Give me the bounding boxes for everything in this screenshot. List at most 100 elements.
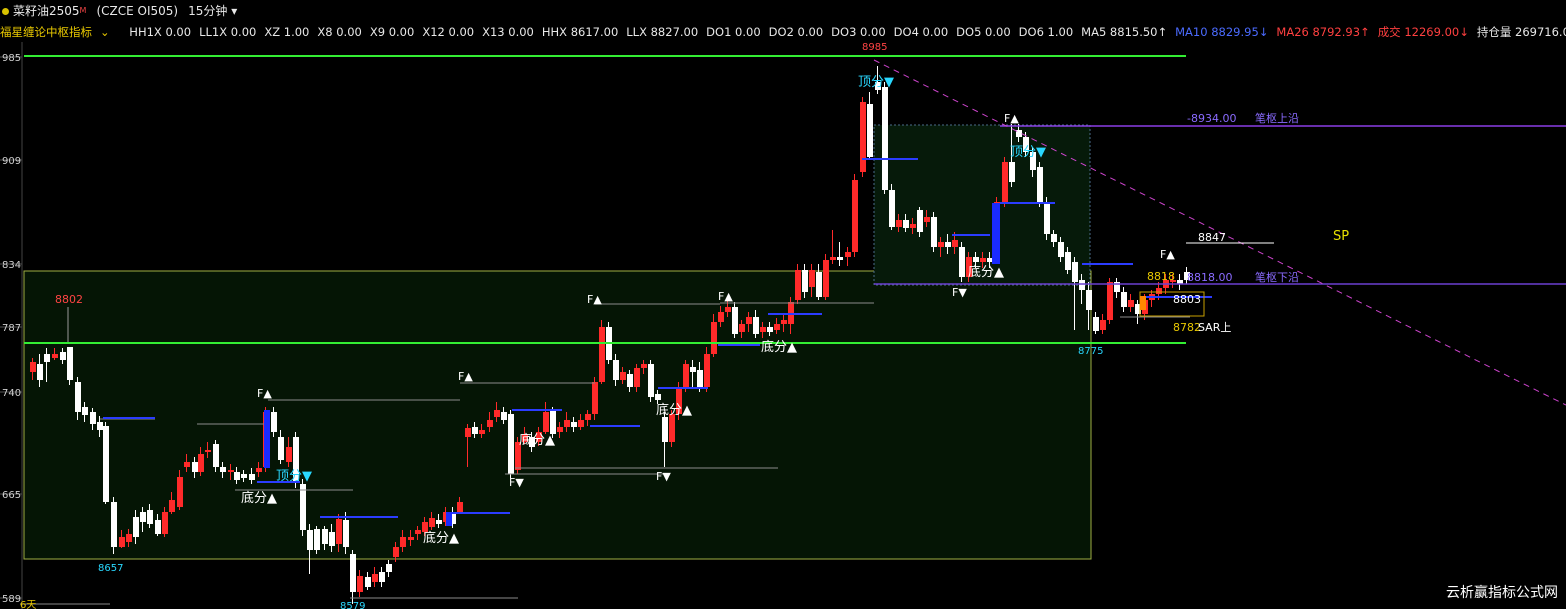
pivot-bar xyxy=(992,203,1000,264)
candle-body xyxy=(169,500,175,512)
symbol-name[interactable]: 菜籽油2505M xyxy=(13,4,86,18)
candle-body xyxy=(1072,262,1078,282)
period-selector[interactable]: 15分钟 ▾ xyxy=(188,4,237,18)
candle-body xyxy=(852,180,858,252)
candle-body xyxy=(781,320,787,324)
candle-body xyxy=(697,370,703,387)
candle-body xyxy=(627,374,633,387)
candle-body xyxy=(213,444,219,467)
indicator-value: X12 0.00 xyxy=(422,25,475,39)
y-axis-tick: 665 xyxy=(2,490,21,501)
contract-code: (CZCE OI505) xyxy=(96,4,179,18)
indicator-value: HHX 8617.00 xyxy=(541,25,619,39)
fractal-down-label: F▼ xyxy=(509,476,524,489)
candle-body xyxy=(1009,162,1015,182)
indicator-value: HH1X 0.00 xyxy=(129,25,192,39)
indicator-value: LLX 8827.00 xyxy=(626,25,699,39)
candle-body xyxy=(103,426,109,502)
indicator-value: X13 0.00 xyxy=(482,25,534,39)
candle-body xyxy=(620,372,626,380)
candle-body xyxy=(952,240,958,247)
candle-body xyxy=(599,327,605,382)
chevron-down-icon: ⌄ xyxy=(100,25,110,39)
candle-body xyxy=(931,217,937,247)
indicator-value: MA26 8792.93↑ xyxy=(1276,25,1370,39)
candle-body xyxy=(44,354,50,362)
candle-body xyxy=(372,574,378,582)
candle-body xyxy=(830,257,836,260)
candle-body xyxy=(1100,320,1106,330)
candle-body xyxy=(479,430,485,434)
candle-body xyxy=(945,242,951,247)
candle-body xyxy=(75,382,81,412)
candle-body xyxy=(67,347,73,380)
candle-body xyxy=(1086,290,1092,310)
low-price-label: 8657 xyxy=(98,563,123,574)
candle-body xyxy=(1079,280,1085,290)
indicator-selector[interactable]: 福星缠论中枢指标 ⌄ xyxy=(0,25,118,39)
candle-body xyxy=(837,257,843,260)
candle-body xyxy=(746,317,752,324)
indicator-value: X8 0.00 xyxy=(317,25,362,39)
candle-body xyxy=(234,472,240,480)
low-price-label: 8775 xyxy=(1078,346,1103,357)
y-axis-tick: 740 xyxy=(2,388,21,399)
candle-body xyxy=(690,367,696,372)
upper-edge-label: 笔枢上沿 xyxy=(1255,111,1299,125)
candle-body xyxy=(959,247,965,277)
candle-body xyxy=(140,512,146,522)
lower-edge-value: 8818.00 xyxy=(1187,271,1233,284)
candle-body xyxy=(271,412,277,432)
candle-body xyxy=(30,362,36,372)
candle-body xyxy=(795,270,801,300)
sar-label: SAR上 xyxy=(1198,321,1231,334)
pivot-zone-large xyxy=(23,270,1092,560)
candle-body xyxy=(725,307,731,312)
candle-body xyxy=(162,512,168,534)
candle-body xyxy=(1051,234,1057,242)
peak-label: 顶分▼ xyxy=(276,469,312,484)
candle-body xyxy=(1044,202,1050,234)
candle-body xyxy=(564,420,570,427)
candle-body xyxy=(52,354,58,358)
candle-body xyxy=(60,352,66,360)
candle-body xyxy=(487,420,493,427)
candle-body xyxy=(155,520,161,534)
candle-body xyxy=(286,447,292,462)
chevron-down-icon: ▾ xyxy=(231,4,238,18)
indicator-value: 持仓量 269716.00↓ xyxy=(1476,25,1566,39)
candle-body xyxy=(1121,292,1127,307)
candle-body xyxy=(753,317,759,334)
candle-body xyxy=(198,454,204,472)
y-axis-tick: 985 xyxy=(2,53,21,64)
candlestick-chart[interactable]: 985 909 834 787 740 665 589 8985 顶分▼ 顶分▼ 顶分▼ 底分▲ 底分▲… xyxy=(0,42,1566,609)
high-label: 8985 xyxy=(862,42,887,53)
fractal-up-label: F▲ xyxy=(1160,248,1175,261)
candle-body xyxy=(329,532,335,546)
candle-body xyxy=(557,427,563,432)
bottom-label: 底分▲ xyxy=(241,490,277,506)
candle-body xyxy=(429,518,435,527)
candle-body xyxy=(322,529,328,544)
candle-body xyxy=(1156,288,1162,294)
candle-body xyxy=(867,104,873,157)
candle-body xyxy=(571,422,577,427)
indicator-value: MA10 8829.95↓ xyxy=(1175,25,1269,39)
status-dot-icon xyxy=(2,8,9,15)
indicator-value: DO5 0.00 xyxy=(956,25,1011,39)
candle-body xyxy=(400,537,406,547)
candle-body xyxy=(662,417,668,442)
indicator-value-bar: 福星缠论中枢指标 ⌄ HH1X 0.00 LL1X 0.00 XZ 1.00 X8 0.… xyxy=(0,22,1566,42)
fractal-up-label: F▲ xyxy=(587,293,602,306)
candle-body xyxy=(386,564,392,572)
candle-body xyxy=(1037,167,1043,202)
candle-body xyxy=(436,520,442,524)
candle-body xyxy=(336,519,342,544)
sp-label: SP xyxy=(1333,229,1349,244)
candle-body xyxy=(97,422,103,430)
candle-body xyxy=(585,414,591,420)
peak-label: 顶分▼ xyxy=(1010,145,1046,160)
candle-body xyxy=(823,260,829,297)
candle-body xyxy=(732,307,738,334)
candle-body xyxy=(767,327,773,332)
